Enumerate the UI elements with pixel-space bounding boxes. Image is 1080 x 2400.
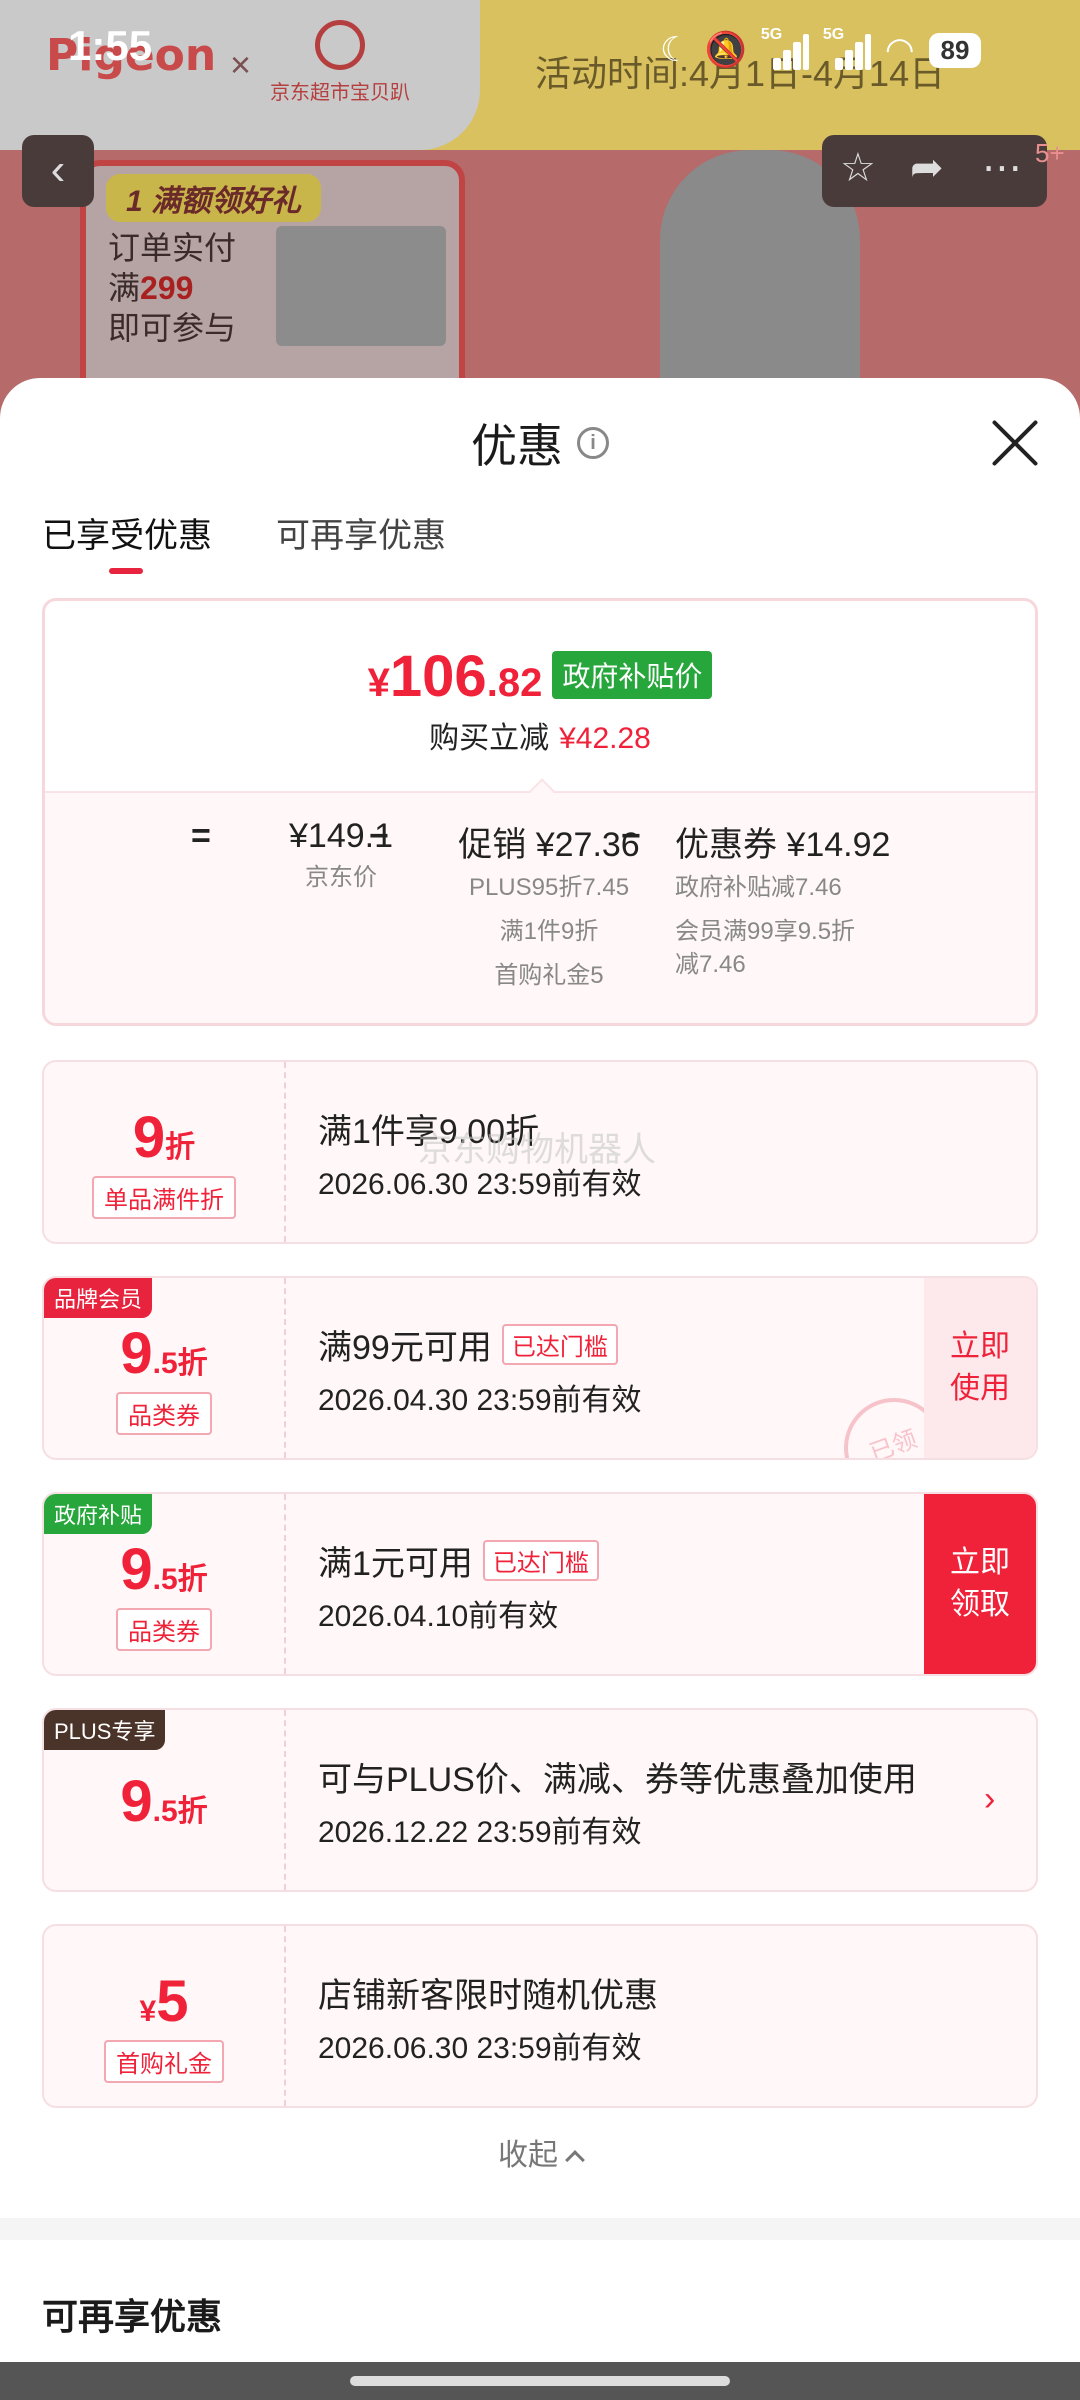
gov-subsidy-price-badge: 政府补贴价 [552,651,713,699]
coupon-item[interactable]: 9折 单品满件折 满1件享9.00折 2026.06.30 23:59前有效 京… [42,1060,1038,1244]
use-now-button[interactable]: 立即使用 [924,1278,1036,1458]
coupon-value: ¥5 [139,1969,189,2034]
watermark: 京东购物机器人 [418,1131,656,1169]
coupon-expiry: 2026.12.22 23:59前有效 [318,1816,642,1849]
tab-enjoyed[interactable]: 已享受优惠 [42,508,212,574]
coupon-item[interactable]: PLUS专享 9.5折 可与PLUS价、满减、券等优惠叠加使用 2026.12.… [42,1708,1038,1892]
coupon-condition: 店铺新客限时随机优惠 [318,1977,658,2015]
coupon-corner-label: 政府补贴 [44,1494,153,1534]
alarm-muted-icon: 🔕 [704,31,747,69]
page-actions: ☆ ➦ ⋯ [822,135,1047,207]
threshold-reached-badge: 已达门槛 [482,1540,599,1581]
coupon-type: 单品满件折 [44,1176,284,1219]
battery-indicator: 89 [928,32,982,68]
coupon-value: 9.5折 [120,1769,208,1834]
coupon-value: 9折 [132,1105,196,1170]
status-bar: 1:55 ☾ 🔕 5G 5G ◠ 89 [0,0,1080,100]
wifi-icon: ◠ [884,31,915,69]
instant-reduction: 购买立减 ¥42.28 [429,722,651,755]
equals-sign: = [191,817,211,855]
threshold-reached-badge: 已达门槛 [501,1324,618,1365]
final-price: ¥106.82 政府补贴价 [45,643,1035,710]
coupon-value: 9.5折 [120,1537,208,1602]
coupon-condition: 可与PLUS价、满减、券等优惠叠加使用 [318,1761,917,1799]
promo-line1: 订单实付 [108,230,237,266]
coupon-corner-label: 品牌会员 [44,1278,153,1318]
price-summary: ¥106.82 政府补贴价 购买立减 ¥42.28 = ¥149.1 京东价 − 促… [42,598,1038,1026]
coupon-expiry: 2026.04.10前有效 [318,1600,559,1633]
signal-icon-1: 5G [761,26,809,70]
do-not-disturb-moon-icon: ☾ [660,31,691,69]
tab-available[interactable]: 可再享优惠 [276,508,446,570]
status-icons: ☾ 🔕 5G 5G ◠ 89 [660,26,982,74]
jd-price-col: ¥149.1 京东价 [289,817,393,891]
share-icon[interactable]: ➦ [910,145,944,191]
coupon-item[interactable]: 政府补贴 9.5折 品类券 满1元可用 已达门槛 2026.04.10前有效 立即… [42,1492,1038,1676]
back-button[interactable]: ‹ [22,135,94,207]
discount-sheet: 优惠 i 已享受优惠 可再享优惠 ¥106.82 政府补贴价 购买立减 ¥42.28 … [0,378,1080,2400]
favorite-star-icon[interactable]: ☆ [840,145,876,191]
coupon-expiry: 2026.04.30 23:59前有效 [318,1384,642,1417]
coupon-col: 优惠券 ¥14.92 政府补贴减7.46 会员满99享9.5折 减7.46 [675,826,891,978]
claim-now-button[interactable]: 立即领取 [924,1494,1036,1674]
section-title-available: 可再享优惠 [42,2296,223,2337]
coupon-condition: 满99元可用 已达门槛 [318,1320,642,1369]
home-indicator[interactable] [350,2376,730,2386]
status-time: 1:55 [68,22,153,69]
close-button[interactable] [990,418,1040,468]
price-breakdown: = ¥149.1 京东价 − 促销 ¥27.36 PLUS95折7.45 满1件… [45,791,1035,1023]
coupon-item[interactable]: 品牌会员 9.5折 品类券 满99元可用 已达门槛 2026.04.30 23:5… [42,1276,1038,1460]
signal-icon-2: 5G [823,26,871,70]
back-icon: ‹ [50,145,66,194]
promo-line2: 满299 [108,270,194,306]
coupon-type: 品类券 [44,1392,284,1435]
message-count-badge: 5+ [1035,138,1065,168]
chevron-right-icon[interactable]: › [984,1780,995,1819]
coupon-value: 9.5折 [120,1321,208,1386]
minus-sign-1: − [369,817,389,855]
promo-product-image [276,226,446,346]
info-icon[interactable]: i [577,427,609,459]
collapse-button[interactable]: 收起 [0,2130,1080,2174]
coupon-condition: 满1元可用 已达门槛 [318,1536,599,1585]
coupon-type: 首购礼金 [44,2040,284,2083]
coupon-item[interactable]: ¥5 首购礼金 店铺新客限时随机优惠 2026.06.30 23:59前有效 [42,1924,1038,2108]
coupon-expiry: 2026.06.30 23:59前有效 [318,2032,642,2065]
minus-sign-2: − [621,817,641,855]
more-icon[interactable]: ⋯ [982,145,1022,191]
sheet-title: 优惠 i [0,410,1080,476]
promo-line3: 即可参与 [108,310,237,346]
promo-tag: 1 满额领好礼 [106,174,322,222]
coupon-corner-label: PLUS专享 [44,1710,166,1750]
promo-card: 1 满额领好礼 订单实付 满299 即可参与 [80,160,465,410]
promo-text: 订单实付 满299 即可参与 [108,228,236,348]
discount-tabs: 已享受优惠 可再享优惠 [42,508,446,574]
coupon-type: 品类券 [44,1608,284,1651]
chevron-up-icon [565,2150,585,2170]
